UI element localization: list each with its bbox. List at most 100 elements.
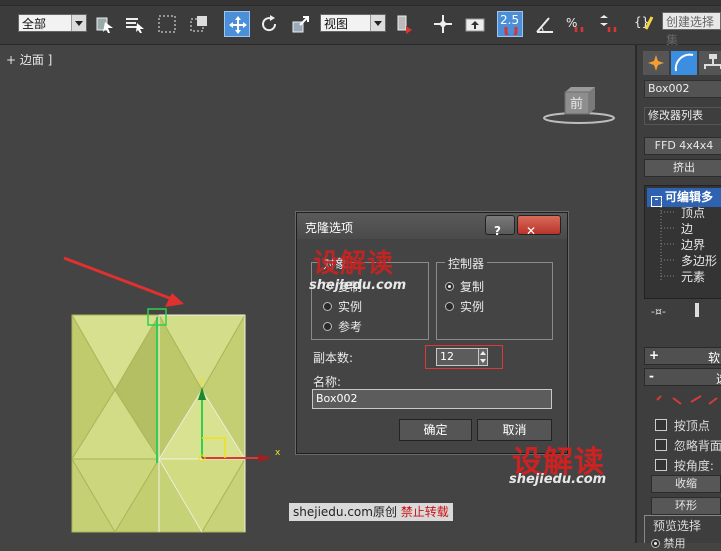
preview-off-label: 禁用 [663, 537, 686, 550]
select-manipulate-button[interactable] [430, 11, 456, 37]
window-crossing-icon [190, 16, 207, 32]
controller-instance-label: 实例 [460, 300, 485, 314]
object-instance-label: 实例 [338, 300, 363, 314]
select-by-name-icon [126, 18, 144, 33]
stack-item-edge[interactable]: 边 [681, 220, 693, 237]
copies-label: 副本数: [313, 351, 354, 365]
rollout-title: 选 [716, 370, 721, 387]
ignore-backface-option[interactable]: 忽略背面 [655, 437, 721, 454]
rollout-selection-header[interactable]: - 选 [644, 368, 721, 386]
controller-copy-label: 复制 [460, 280, 485, 294]
angle-snap-icon [536, 17, 553, 33]
watermark-url: shejiedu.com [509, 472, 607, 487]
credit-warning: 禁止转载 [400, 505, 449, 519]
keyboard-shortcut-button[interactable] [462, 11, 488, 37]
named-selection-dropdown[interactable]: 创建选择集 [662, 12, 721, 47]
by-angle-option[interactable]: 按角度: [655, 457, 714, 474]
scale-icon [292, 16, 309, 33]
rotate-tool-button[interactable] [256, 11, 282, 37]
select-by-name-button[interactable] [122, 11, 148, 37]
menu-bar [0, 0, 721, 6]
object-name-field[interactable]: Box002 [644, 80, 721, 98]
reference-coord-dropdown[interactable]: 视图 [320, 14, 386, 32]
close-button[interactable]: ✕ [517, 215, 561, 238]
spinner-snap-button[interactable] [594, 11, 620, 37]
name-input[interactable]: Box002 [312, 389, 552, 409]
controller-instance-radio[interactable] [445, 302, 454, 311]
select-object-icon [96, 17, 113, 33]
modifier-stack: - 可编辑多 顶点 边 边界 多边形 元素 [644, 185, 721, 299]
manipulate-icon [434, 15, 452, 33]
command-panel: Box002 修改器列表 FFD 4x4x4 挤出 - 可编辑多 顶点 边 边界 … [635, 45, 721, 550]
scale-tool-button[interactable] [288, 11, 314, 37]
svg-text:y: y [199, 376, 205, 386]
angle-snap-button[interactable] [532, 11, 558, 37]
object-reference-label: 参考 [338, 320, 363, 334]
copies-highlight: 12 [425, 345, 503, 369]
snaps-toggle-button[interactable]: 2.5 [497, 11, 523, 37]
extrude-modifier-button[interactable]: 挤出 [644, 159, 721, 177]
subobject-icons[interactable] [651, 390, 721, 410]
stack-item-border[interactable]: 边界 [681, 236, 705, 253]
copies-spinner[interactable] [478, 348, 488, 366]
chevron-down-icon [370, 15, 385, 31]
annotation-arrow [63, 256, 184, 307]
checkbox-icon [655, 439, 667, 451]
credit-prefix: shejiedu.com原创 [293, 505, 397, 519]
preview-selection-title: 预览选择 [651, 517, 704, 534]
modifier-list-dropdown[interactable]: 修改器列表 [644, 107, 721, 125]
selection-filter-dropdown[interactable]: 全部 [18, 14, 87, 32]
rollout-soft-selection-header[interactable]: + 软 [644, 347, 721, 365]
by-angle-label: 按角度: [673, 459, 714, 473]
pivot-center-button[interactable] [391, 11, 417, 37]
shrink-button[interactable]: 收缩 [651, 475, 721, 493]
radio-icon [651, 539, 660, 548]
main-toolbar: 全部 视图 2.5 % {} 创建选择集 [0, 0, 721, 47]
ignore-backface-label: 忽略背面 [673, 439, 721, 453]
help-icon: ? [494, 224, 501, 238]
stack-item-element[interactable]: 元素 [681, 268, 705, 285]
snap-value-label: 2.5 [500, 13, 520, 27]
rollout-title: 软 [708, 351, 721, 365]
dialog-title: 克隆选项 [305, 221, 354, 235]
select-object-button[interactable] [92, 11, 118, 37]
object-instance-radio[interactable] [323, 302, 332, 311]
dialog-title-bar[interactable]: 克隆选项 ? ✕ [297, 213, 567, 239]
chevron-down-icon [71, 15, 86, 31]
rotate-icon [262, 15, 277, 32]
svg-text:x: x [275, 448, 281, 458]
object-reference-radio[interactable] [323, 322, 332, 331]
preview-selection-group: 预览选择 禁用 [644, 515, 721, 550]
panel-tab-icons [643, 51, 721, 75]
box-mesh [71, 314, 246, 533]
rect-selection-icon [158, 15, 176, 33]
stack-item-vertex[interactable]: 顶点 [681, 204, 705, 221]
edit-named-selection-button[interactable]: {} [631, 11, 657, 37]
help-button[interactable]: ? [485, 215, 515, 238]
watermark-logo: 设解读 [313, 249, 395, 279]
credit-banner: shejiedu.com原创 禁止转载 [289, 503, 453, 521]
ring-button[interactable]: 环形 [651, 497, 721, 515]
rect-selection-button[interactable] [154, 11, 180, 37]
spinner-arrows-icon [480, 351, 486, 363]
percent-snap-button[interactable]: % [562, 11, 588, 37]
percent-snap-icon: % [566, 16, 584, 32]
by-vertex-label: 按顶点 [673, 419, 710, 433]
named-selection-value: 创建选择集 [666, 15, 715, 47]
named-selection-icon: {} [634, 15, 654, 30]
watermark-url: shejiedu.com [309, 278, 407, 293]
keyboard-shortcut-icon [465, 18, 485, 32]
window-crossing-button[interactable] [186, 11, 212, 37]
spinner-snap-icon [600, 15, 617, 32]
ok-button[interactable]: 确定 [399, 419, 472, 441]
preview-off-option[interactable]: 禁用 [651, 535, 686, 551]
by-vertex-option[interactable]: 按顶点 [655, 417, 710, 434]
move-tool-button[interactable] [224, 11, 250, 37]
stack-item-polygon[interactable]: 多边形 [681, 252, 717, 269]
checkbox-icon [655, 459, 667, 471]
ffd-modifier-button[interactable]: FFD 4x4x4 [644, 137, 721, 155]
selection-filter-value: 全部 [22, 17, 47, 31]
controller-copy-radio[interactable] [445, 282, 454, 291]
show-end-result-icon[interactable] [695, 303, 699, 317]
pin-stack-icon[interactable]: -¤- [651, 305, 666, 318]
